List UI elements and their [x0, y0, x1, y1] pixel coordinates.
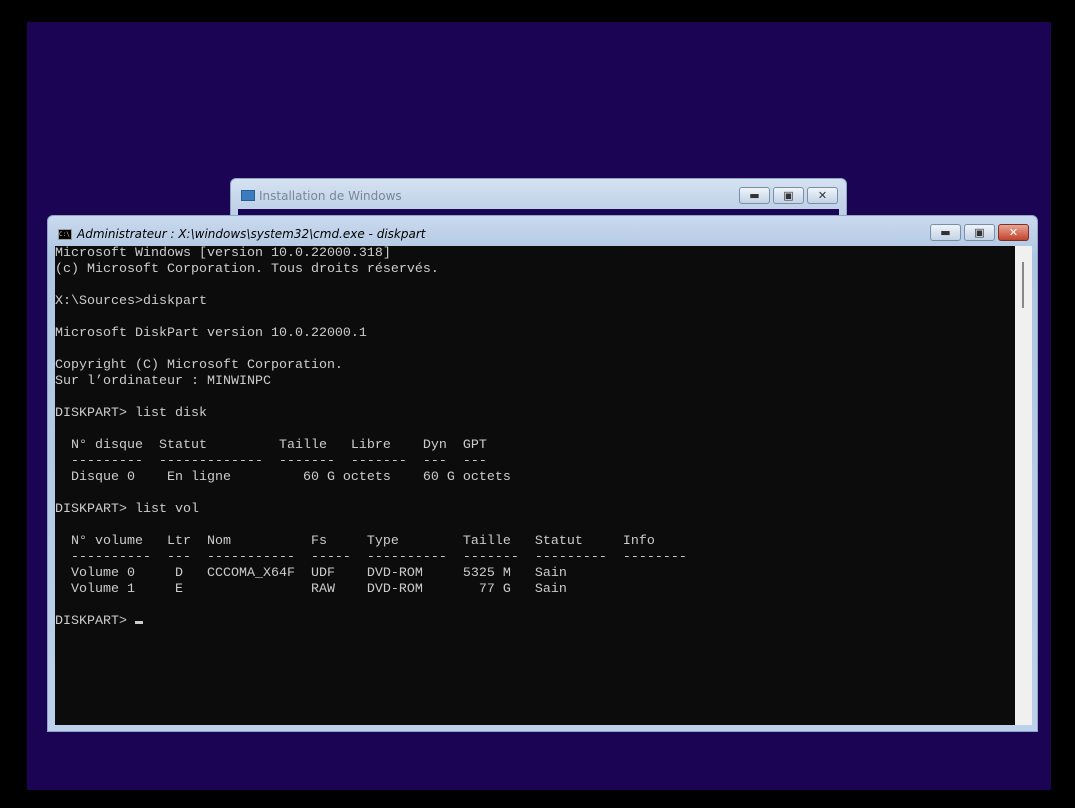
- terminal-line: --------- ------------- ------- ------- …: [55, 454, 487, 469]
- setup-app-icon: [241, 190, 255, 201]
- terminal-line: (c) Microsoft Corporation. Tous droits r…: [55, 262, 439, 277]
- cmd-window: C:\ Administrateur : X:\windows\system32…: [47, 215, 1038, 732]
- terminal-line: N° disque Statut Taille Libre Dyn GPT: [55, 438, 487, 453]
- terminal-line: Disque 0 En ligne 60 G octets 60 G octet…: [55, 470, 511, 485]
- terminal-line: [55, 518, 1015, 534]
- cmd-app-icon: C:\: [58, 229, 72, 240]
- terminal-prompt-line[interactable]: DISKPART>: [55, 614, 1015, 630]
- terminal-line: [55, 310, 1015, 326]
- terminal-line: Volume 1 E RAW DVD-ROM 77 G Sain: [55, 582, 567, 597]
- cmd-minimize-button[interactable]: ▬: [930, 224, 961, 241]
- cmd-close-button[interactable]: ✕: [998, 224, 1029, 241]
- prompt: DISKPART>: [55, 614, 135, 629]
- terminal-line: Volume 0 D CCCOMA_X64F UDF DVD-ROM 5325 …: [55, 566, 567, 581]
- setup-minimize-button[interactable]: ▬: [739, 187, 770, 204]
- setup-close-button[interactable]: ✕: [807, 187, 838, 204]
- terminal-line: [55, 486, 1015, 502]
- scrollbar-thumb[interactable]: [1022, 262, 1024, 308]
- terminal-line: DISKPART> list disk: [55, 406, 207, 421]
- terminal-line: [55, 422, 1015, 438]
- terminal-line: N° volume Ltr Nom Fs Type Taille Statut …: [55, 534, 655, 549]
- terminal-line: [55, 342, 1015, 358]
- terminal-line: [55, 278, 1015, 294]
- terminal-output[interactable]: Microsoft Windows [version 10.0.22000.31…: [55, 246, 1015, 725]
- terminal-line: DISKPART> list vol: [55, 502, 199, 517]
- cmd-maximize-button[interactable]: ▣: [964, 224, 995, 241]
- terminal-line: [55, 390, 1015, 406]
- vertical-scrollbar[interactable]: [1015, 246, 1032, 725]
- terminal-line: X:\Sources>diskpart: [55, 294, 207, 309]
- setup-window: Installation de Windows ▬ ▣ ✕: [230, 178, 847, 218]
- terminal-line: Copyright (C) Microsoft Corporation.: [55, 358, 343, 373]
- setup-maximize-button[interactable]: ▣: [773, 187, 804, 204]
- terminal-line: Microsoft DiskPart version 10.0.22000.1: [55, 326, 367, 341]
- text-cursor: [134, 621, 143, 624]
- terminal-line: Microsoft Windows [version 10.0.22000.31…: [55, 246, 391, 261]
- cmd-window-title: Administrateur : X:\windows\system32\cmd…: [77, 227, 426, 241]
- terminal-line: ---------- --- ----------- ----- -------…: [55, 550, 687, 565]
- terminal-line: [55, 598, 1015, 614]
- terminal-line: Sur l’ordinateur : MINWINPC: [55, 374, 271, 389]
- setup-window-title: Installation de Windows: [259, 189, 402, 203]
